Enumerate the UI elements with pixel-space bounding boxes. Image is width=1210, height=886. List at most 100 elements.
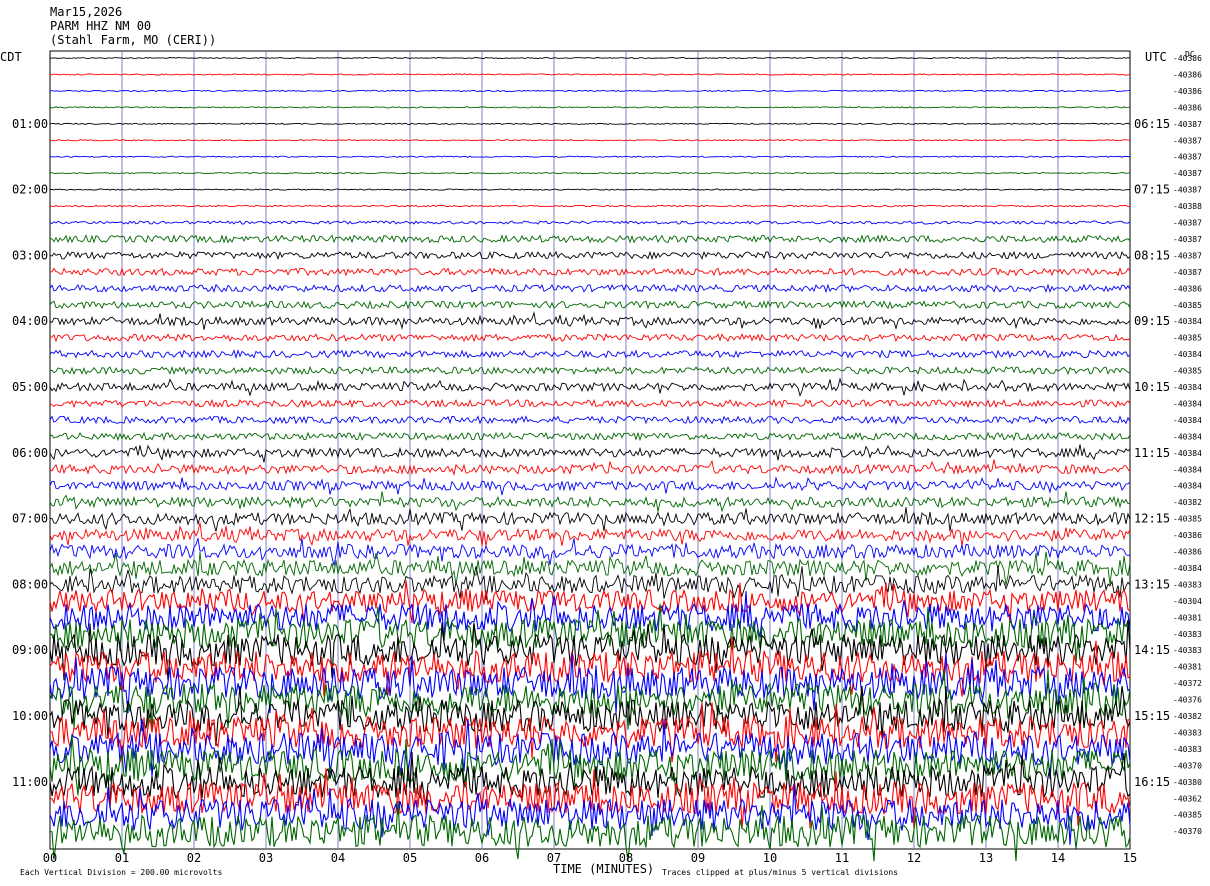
dc-offset-label: -40384	[1173, 564, 1202, 573]
right-hour-label: 13:15	[1134, 577, 1170, 591]
dc-offset-label: -40387	[1173, 169, 1202, 178]
dc-offset-label: -40362	[1173, 794, 1202, 803]
dc-offset-label: -40385	[1173, 811, 1202, 820]
dc-offset-label: -40386	[1173, 70, 1202, 79]
right-hour-label: 16:15	[1134, 775, 1170, 789]
dc-offset-label: -40386	[1173, 531, 1202, 540]
dc-offset-label: -40382	[1173, 712, 1202, 721]
dc-offset-label: -40387	[1173, 186, 1202, 195]
dc-offset-label: -40376	[1173, 696, 1202, 705]
x-tick-label: 15	[1123, 851, 1137, 865]
x-tick-label: 12	[907, 851, 921, 865]
dc-offset-label: -40386	[1173, 284, 1202, 293]
seismic-trace	[49, 139, 1131, 142]
left-hour-label: 10:00	[12, 709, 48, 723]
x-tick-label: 01	[115, 851, 129, 865]
left-hour-label: 01:00	[12, 117, 48, 131]
right-hour-label: 14:15	[1134, 643, 1170, 657]
x-tick-label: 10	[763, 851, 777, 865]
dc-offset-label: -40386	[1173, 548, 1202, 557]
seismic-trace	[49, 266, 1131, 277]
right-hour-label: 09:15	[1134, 314, 1170, 328]
seismic-trace	[49, 89, 1131, 93]
seismic-trace	[49, 522, 1131, 547]
seismic-trace	[49, 311, 1131, 331]
seismic-trace	[49, 431, 1131, 442]
dc-offset-label: -40381	[1173, 663, 1202, 672]
seismic-trace	[49, 204, 1131, 208]
left-hour-label: 11:00	[12, 775, 48, 789]
seismic-trace	[49, 476, 1131, 496]
left-zone-label: CDT	[0, 50, 22, 64]
x-tick-label: 02	[187, 851, 201, 865]
seismic-trace	[49, 415, 1131, 425]
dc-offset-label: -40384	[1173, 350, 1202, 359]
right-hour-label: 07:15	[1134, 183, 1170, 197]
x-tick-label: 00	[43, 851, 57, 865]
right-hour-label: 10:15	[1134, 380, 1170, 394]
footer-clip-note: Traces clipped at plus/minus 5 vertical …	[662, 868, 898, 877]
x-tick-label: 09	[691, 851, 705, 865]
seismic-trace	[49, 377, 1131, 397]
dc-offset-label: -40385	[1173, 301, 1202, 310]
seismic-trace	[49, 565, 1131, 601]
right-hour-label: 15:15	[1134, 709, 1170, 723]
dc-offset-label: -40387	[1173, 235, 1202, 244]
x-tick-label: 03	[259, 851, 273, 865]
dc-offset-label: -40384	[1173, 432, 1202, 441]
right-hour-label: 08:15	[1134, 248, 1170, 262]
dc-offset-label: -40386	[1173, 103, 1202, 112]
dc-offset-label: -40381	[1173, 613, 1202, 622]
seismic-trace	[49, 283, 1131, 294]
dc-offset-label: -40385	[1173, 367, 1202, 376]
seismic-trace	[49, 365, 1131, 376]
seismic-trace	[50, 507, 1131, 532]
x-tick-label: 04	[331, 851, 345, 865]
dc-offset-label: -40384	[1173, 482, 1202, 491]
x-tick-label: 13	[979, 851, 993, 865]
seismic-trace	[49, 250, 1131, 261]
seismic-trace	[49, 300, 1131, 310]
seismic-trace	[49, 444, 1131, 463]
left-hour-label: 06:00	[12, 446, 48, 460]
footer-scale-note: Each Vertical Division = 200.00 microvol…	[20, 868, 222, 877]
seismic-trace	[49, 73, 1131, 76]
seismic-trace	[49, 234, 1131, 244]
dc-offset-label: -40387	[1173, 153, 1202, 162]
dc-offset-label: -40383	[1173, 580, 1202, 589]
dc-offset-label: -40385	[1173, 334, 1202, 343]
left-hour-label: 09:00	[12, 643, 48, 657]
dc-offset-label: -40382	[1173, 498, 1202, 507]
dc-offset-label: -40387	[1173, 251, 1202, 260]
right-hour-label: 06:15	[1134, 117, 1170, 131]
left-hour-label: 03:00	[12, 248, 48, 262]
x-tick-label: 05	[403, 851, 417, 865]
dc-offset-label: -40384	[1173, 465, 1202, 474]
dc-offset-label: -40384	[1173, 399, 1202, 408]
seismic-trace	[49, 106, 1131, 109]
dc-offset-label: -40387	[1173, 268, 1202, 277]
left-hour-label: 05:00	[12, 380, 48, 394]
seismic-trace	[49, 603, 1131, 663]
left-hour-label: 08:00	[12, 577, 48, 591]
dc-offset-label: -40386	[1173, 87, 1202, 96]
seismic-trace	[49, 155, 1131, 158]
dc-offset-label: -40383	[1173, 630, 1202, 639]
x-axis-label: TIME (MINUTES)	[553, 862, 654, 876]
dc-offset-label: -40384	[1173, 317, 1202, 326]
dc-offset-label: -40387	[1173, 219, 1202, 228]
dc-offset-label: -40380	[1173, 778, 1202, 787]
seismic-trace	[49, 333, 1131, 343]
dc-offset-label: -40384	[1173, 416, 1202, 425]
dc-offset-label: -40383	[1173, 646, 1202, 655]
dc-offset-label: -40387	[1173, 120, 1202, 129]
x-tick-label: 06	[475, 851, 489, 865]
dc-offset-label: -40370	[1173, 761, 1202, 770]
seismic-trace	[49, 188, 1131, 191]
dc-offset-label: -40304	[1173, 597, 1202, 606]
left-hour-label: 02:00	[12, 183, 48, 197]
seismic-trace	[49, 220, 1131, 225]
seismic-trace	[49, 122, 1131, 125]
seismic-trace	[49, 349, 1131, 360]
helicorder-chart: CDT UTC DC01:00 06:1502:00 07:1503:00 08:1504…	[0, 50, 1202, 877]
